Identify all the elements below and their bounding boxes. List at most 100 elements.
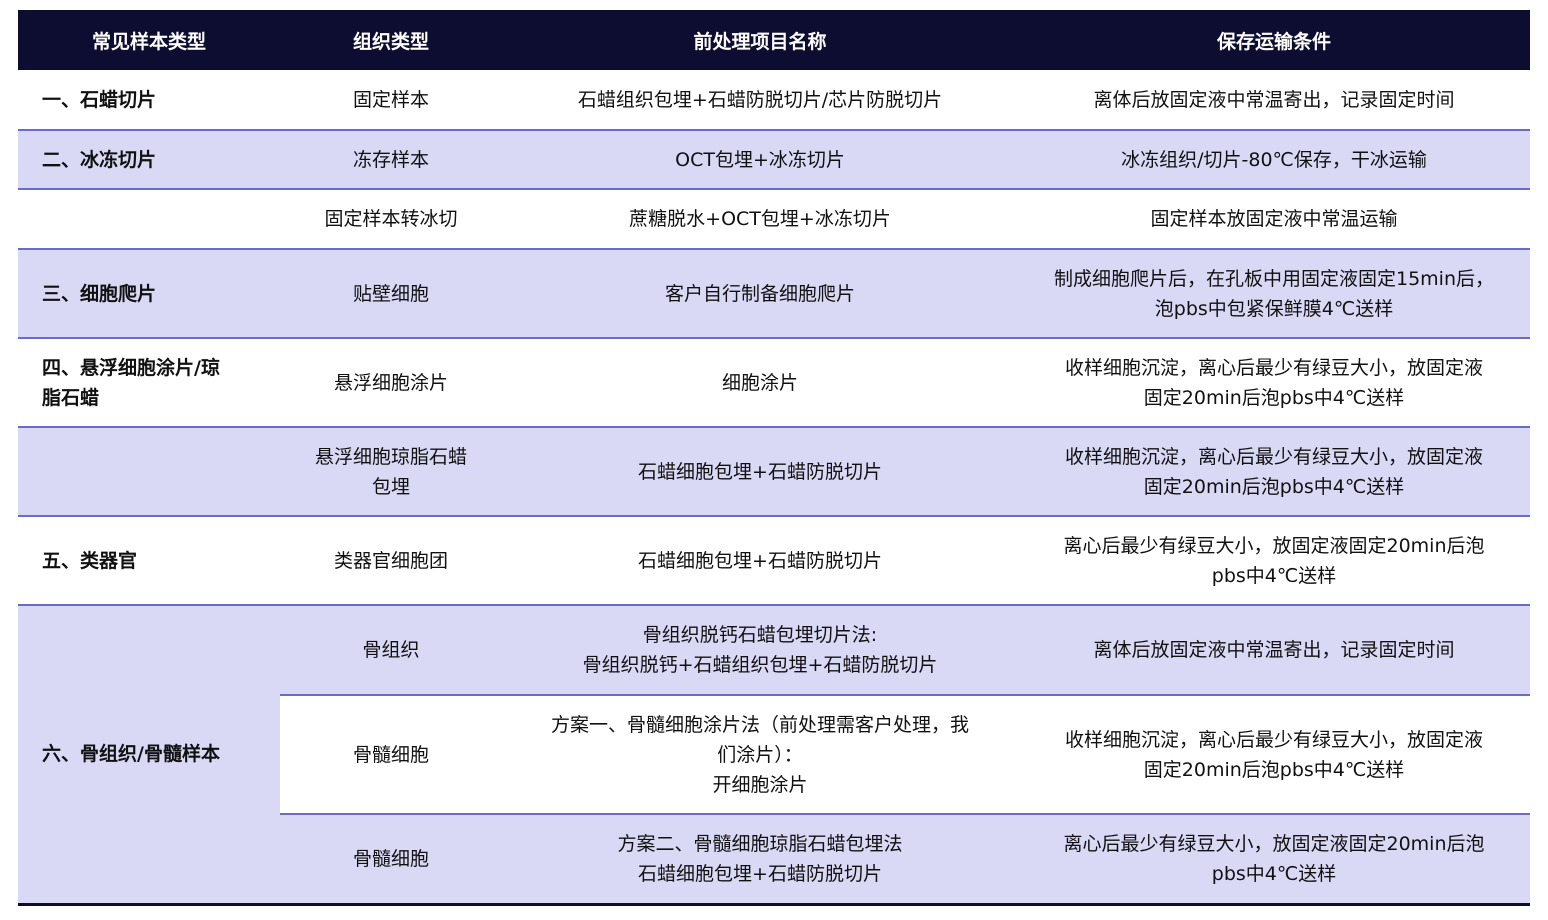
process-cell: 方案二、骨髓细胞琼脂石蜡包埋法 石蜡细胞包埋+石蜡防脱切片 <box>502 814 1018 906</box>
table-row: 悬浮细胞琼脂石蜡 包埋 石蜡细胞包埋+石蜡防脱切片 收样细胞沉淀，离心后最少有绿豆… <box>18 427 1530 517</box>
storage-text: 离体后放固定液中常温寄出，记录固定时间 <box>1093 639 1455 661</box>
storage-cell: 离体后放固定液中常温寄出，记录固定时间 <box>1018 605 1530 696</box>
process-cell: 石蜡组织包埋+石蜡防脱切片/芯片防脱切片 <box>502 70 1018 131</box>
storage-line-2: pbs中4℃送样 <box>1211 564 1337 587</box>
category-text: 三、细胞爬片 <box>42 282 157 305</box>
header-storage-transport: 保存运输条件 <box>1018 10 1530 70</box>
category-cell: 二、冰冻切片 <box>18 130 280 190</box>
table-row: 三、细胞爬片 贴壁细胞 客户自行制备细胞爬片 制成细胞爬片后，在孔板中用固定液固… <box>18 249 1530 339</box>
tissue-text: 骨髓细胞 <box>352 847 429 870</box>
table-row: 一、石蜡切片 固定样本 石蜡组织包埋+石蜡防脱切片/芯片防脱切片 离体后放固定液… <box>18 70 1530 131</box>
category-line-2: 脂石蜡 <box>42 386 100 409</box>
table-header-row: 常见样本类型 组织类型 前处理项目名称 保存运输条件 <box>18 10 1530 70</box>
table-row: 二、冰冻切片 冻存样本 OCT包埋+冰冻切片 冰冻组织/切片-80℃保存，干冰运… <box>18 130 1530 190</box>
storage-line-2: 固定20min后泡pbs中4℃送样 <box>1143 386 1405 409</box>
storage-cell: 制成细胞爬片后，在孔板中用固定液固定15min后， 泡pbs中包紧保鲜膜4℃送样 <box>1018 249 1530 339</box>
tissue-text: 类器官细胞团 <box>333 549 448 572</box>
category-text: 六、骨组织/骨髓样本 <box>42 743 220 766</box>
process-text: 石蜡组织包埋+石蜡防脱切片/芯片防脱切片 <box>577 88 943 111</box>
process-cell: 蔗糖脱水+OCT包埋+冰冻切片 <box>502 189 1018 250</box>
storage-line-1: 制成细胞爬片后，在孔板中用固定液固定15min后， <box>1053 267 1494 290</box>
storage-text: 固定样本放固定液中常温运输 <box>1150 208 1398 230</box>
table-row: 六、骨组织/骨髓样本 骨组织 骨组织脱钙石蜡包埋切片法: 骨组织脱钙+石蜡组织包埋… <box>18 605 1530 906</box>
storage-cell: 收样细胞沉淀，离心后最少有绿豆大小，放固定液 固定20min后泡pbs中4℃送样 <box>1018 338 1530 428</box>
storage-cell: 离体后放固定液中常温寄出，记录固定时间 <box>1018 70 1530 131</box>
process-text: 客户自行制备细胞爬片 <box>664 282 855 305</box>
table-row: 固定样本转冰切 蔗糖脱水+OCT包埋+冰冻切片 固定样本放固定液中常温运输 <box>18 189 1530 250</box>
header-tissue-type: 组织类型 <box>280 10 502 70</box>
process-cell: 石蜡细胞包埋+石蜡防脱切片 <box>502 516 1018 606</box>
storage-cell: 离心后最少有绿豆大小，放固定液固定20min后泡 pbs中4℃送样 <box>1018 516 1530 606</box>
table-row: 五、类器官 类器官细胞团 石蜡细胞包埋+石蜡防脱切片 离心后最少有绿豆大小，放固… <box>18 516 1530 606</box>
storage-cell: 收样细胞沉淀，离心后最少有绿豆大小，放固定液 固定20min后泡pbs中4℃送样 <box>1018 427 1530 517</box>
storage-cell: 固定样本放固定液中常温运输 <box>1018 189 1530 250</box>
storage-line-1: 收样细胞沉淀，离心后最少有绿豆大小，放固定液 <box>1064 445 1483 468</box>
category-cell: 三、细胞爬片 <box>18 249 280 339</box>
sample-type-table: 常见样本类型 组织类型 前处理项目名称 保存运输条件 一、石蜡切片 固定样本 石… <box>18 10 1530 906</box>
storage-text: 离体后放固定液中常温寄出，记录固定时间 <box>1093 88 1455 111</box>
tissue-line-2: 包埋 <box>371 475 410 498</box>
category-cell: 一、石蜡切片 <box>18 70 280 131</box>
storage-cell: 离心后最少有绿豆大小，放固定液固定20min后泡 pbs中4℃送样 <box>1018 814 1530 906</box>
tissue-cell: 悬浮细胞涂片 <box>280 338 502 428</box>
header-process-name: 前处理项目名称 <box>502 10 1018 70</box>
storage-text: 冰冻组织/切片-80℃保存，干冰运输 <box>1121 148 1427 171</box>
tissue-cell: 贴壁细胞 <box>280 249 502 339</box>
tissue-text: 贴壁细胞 <box>352 282 429 305</box>
process-line-1: 方案二、骨髓细胞琼脂石蜡包埋法 <box>617 832 903 855</box>
process-cell: 客户自行制备细胞爬片 <box>502 249 1018 339</box>
tissue-cell: 悬浮细胞琼脂石蜡 包埋 <box>280 427 502 517</box>
storage-line-1: 离心后最少有绿豆大小，放固定液固定20min后泡 <box>1063 534 1485 557</box>
storage-cell: 收样细胞沉淀，离心后最少有绿豆大小，放固定液 固定20min后泡pbs中4℃送样 <box>1018 695 1530 815</box>
process-line-2: 们涂片）： <box>717 743 803 766</box>
tissue-text: 固定样本 <box>352 88 429 111</box>
tissue-cell: 骨组织 <box>280 605 502 696</box>
tissue-cell: 骨髓细胞 <box>280 814 502 906</box>
storage-line-1: 收样细胞沉淀，离心后最少有绿豆大小，放固定液 <box>1064 728 1483 751</box>
tissue-cell: 固定样本转冰切 <box>280 189 502 250</box>
category-text: 一、石蜡切片 <box>42 88 157 111</box>
storage-line-2: 固定20min后泡pbs中4℃送样 <box>1143 475 1405 498</box>
process-text: OCT包埋+冰冻切片 <box>675 148 845 171</box>
process-line-2: 石蜡细胞包埋+石蜡防脱切片 <box>638 862 882 885</box>
header-sample-type: 常见样本类型 <box>18 10 280 70</box>
process-line-3: 开细胞涂片 <box>712 773 808 796</box>
process-line-2: 骨组织脱钙+石蜡组织包埋+石蜡防脱切片 <box>582 654 938 676</box>
category-text: 二、冰冻切片 <box>42 148 157 171</box>
category-cell: 五、类器官 <box>18 516 280 606</box>
storage-line-1: 离心后最少有绿豆大小，放固定液固定20min后泡 <box>1063 832 1485 855</box>
process-line-1: 骨组织脱钙石蜡包埋切片法: <box>642 624 878 646</box>
process-text: 石蜡细胞包埋+石蜡防脱切片 <box>638 549 882 572</box>
process-cell: 骨组织脱钙石蜡包埋切片法: 骨组织脱钙+石蜡组织包埋+石蜡防脱切片 <box>502 605 1018 696</box>
tissue-line-1: 悬浮细胞琼脂石蜡 <box>314 445 467 468</box>
process-cell: 细胞涂片 <box>502 338 1018 428</box>
process-text: 细胞涂片 <box>721 371 798 394</box>
process-text: 石蜡细胞包埋+石蜡防脱切片 <box>638 460 882 483</box>
category-cell: 四、悬浮细胞涂片/琼 脂石蜡 <box>18 338 280 428</box>
process-cell: 方案一、骨髓细胞涂片法（前处理需客户处理，我 们涂片）： 开细胞涂片 <box>502 695 1018 815</box>
process-text: 蔗糖脱水+OCT包埋+冰冻切片 <box>629 208 891 230</box>
storage-line-2: pbs中4℃送样 <box>1211 862 1337 885</box>
tissue-cell: 类器官细胞团 <box>280 516 502 606</box>
storage-line-2: 固定20min后泡pbs中4℃送样 <box>1143 758 1405 781</box>
category-line-1: 四、悬浮细胞涂片/琼 <box>42 356 220 379</box>
storage-line-2: 泡pbs中包紧保鲜膜4℃送样 <box>1154 297 1394 320</box>
process-cell: OCT包埋+冰冻切片 <box>502 130 1018 190</box>
tissue-cell: 固定样本 <box>280 70 502 131</box>
tissue-text: 冻存样本 <box>352 148 429 171</box>
table-row: 四、悬浮细胞涂片/琼 脂石蜡 悬浮细胞涂片 细胞涂片 收样细胞沉淀，离心后最少有绿… <box>18 338 1530 428</box>
storage-line-1: 收样细胞沉淀，离心后最少有绿豆大小，放固定液 <box>1064 356 1483 379</box>
tissue-text: 骨组织 <box>362 639 420 661</box>
tissue-text: 固定样本转冰切 <box>324 208 458 230</box>
category-text: 五、类器官 <box>42 549 138 572</box>
process-line-1: 方案一、骨髓细胞涂片法（前处理需客户处理，我 <box>550 713 969 736</box>
category-cell <box>18 189 280 250</box>
tissue-text: 悬浮细胞涂片 <box>333 371 448 394</box>
tissue-cell: 骨髓细胞 <box>280 695 502 815</box>
category-cell <box>18 427 280 517</box>
tissue-text: 骨髓细胞 <box>352 743 429 766</box>
storage-cell: 冰冻组织/切片-80℃保存，干冰运输 <box>1018 130 1530 190</box>
process-cell: 石蜡细胞包埋+石蜡防脱切片 <box>502 427 1018 517</box>
tissue-cell: 冻存样本 <box>280 130 502 190</box>
category-cell: 六、骨组织/骨髓样本 <box>18 605 280 906</box>
